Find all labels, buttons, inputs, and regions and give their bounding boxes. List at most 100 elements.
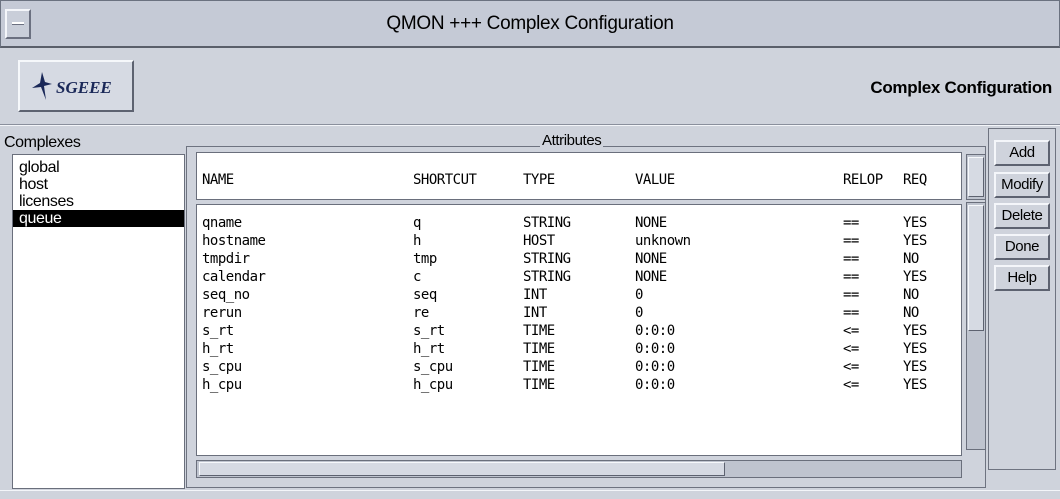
complexes-label: Complexes (4, 134, 81, 151)
modify-button[interactable]: Modify (994, 172, 1050, 198)
cell-value: 0:0:0 (635, 377, 675, 393)
vertical-scrollbar[interactable] (966, 202, 986, 450)
table-row[interactable]: hostname h HOST unknown == YES (197, 233, 957, 251)
header-row: NAME SHORTCUT TYPE VALUE RELOP REQ (197, 172, 957, 190)
cell-type: STRING (523, 251, 571, 267)
cell-type: TIME (523, 377, 555, 393)
cell-req: YES (903, 377, 927, 393)
cell-shortcut: h (413, 233, 421, 249)
cell-relop: == (843, 233, 859, 249)
cell-relop: <= (843, 323, 859, 339)
cell-req: YES (903, 341, 927, 357)
cell-shortcut: tmp (413, 251, 437, 267)
sgeee-bird-logo-icon (32, 72, 52, 100)
column-header-shortcut[interactable]: SHORTCUT (413, 172, 477, 188)
cell-req: YES (903, 269, 927, 285)
cell-type: HOST (523, 233, 555, 249)
cell-name: rerun (202, 305, 242, 321)
cell-name: seq_no (202, 287, 250, 303)
cell-type: TIME (523, 341, 555, 357)
delete-button[interactable]: Delete (994, 203, 1050, 229)
cell-name: qname (202, 215, 242, 231)
cell-req: YES (903, 233, 927, 249)
cell-shortcut: h_rt (413, 341, 445, 357)
cell-req: YES (903, 215, 927, 231)
cell-type: TIME (523, 359, 555, 375)
header-scrollbar[interactable] (966, 154, 986, 200)
cell-type: STRING (523, 269, 571, 285)
cell-relop: == (843, 269, 859, 285)
cell-shortcut: re (413, 305, 429, 321)
cell-name: tmpdir (202, 251, 250, 267)
table-row[interactable]: tmpdir tmp STRING NONE == NO (197, 251, 957, 269)
column-header-value[interactable]: VALUE (635, 172, 675, 188)
cell-name: hostname (202, 233, 266, 249)
header-scrollbar-thumb[interactable] (968, 157, 984, 197)
cell-shortcut: seq (413, 287, 437, 303)
table-row[interactable]: rerun re INT 0 == NO (197, 305, 957, 323)
cell-name: s_cpu (202, 359, 242, 375)
attributes-label: Attributes (540, 132, 604, 149)
column-header-name[interactable]: NAME (202, 172, 234, 188)
cell-value: 0 (635, 305, 643, 321)
horizontal-scrollbar-thumb[interactable] (199, 462, 725, 476)
cell-relop: <= (843, 341, 859, 357)
cell-value: NONE (635, 251, 667, 267)
cell-name: h_cpu (202, 377, 242, 393)
cell-req: YES (903, 323, 927, 339)
cell-name: h_rt (202, 341, 234, 357)
cell-shortcut: c (413, 269, 421, 285)
complex-item-queue[interactable]: queue (13, 210, 184, 227)
table-row[interactable]: seq_no seq INT 0 == NO (197, 287, 957, 305)
cell-req: YES (903, 359, 927, 375)
cell-req: NO (903, 287, 919, 303)
cell-shortcut: s_cpu (413, 359, 453, 375)
attributes-table-body[interactable]: qname q STRING NONE == YES hostname h HO… (196, 204, 962, 456)
cell-value: NONE (635, 269, 667, 285)
cell-relop: <= (843, 359, 859, 375)
complexes-list[interactable]: global host licenses queue (12, 154, 185, 489)
cell-shortcut: h_cpu (413, 377, 453, 393)
column-header-req[interactable]: REQ (903, 172, 927, 188)
vertical-scrollbar-thumb[interactable] (968, 205, 984, 331)
table-row[interactable]: h_cpu h_cpu TIME 0:0:0 <= YES (197, 377, 957, 395)
cell-relop: == (843, 287, 859, 303)
cell-name: calendar (202, 269, 266, 285)
column-header-relop[interactable]: RELOP (843, 172, 883, 188)
cell-name: s_rt (202, 323, 234, 339)
cell-value: 0:0:0 (635, 359, 675, 375)
table-row[interactable]: calendar c STRING NONE == YES (197, 269, 957, 287)
cell-value: 0 (635, 287, 643, 303)
window-title: QMON +++ Complex Configuration (386, 13, 674, 34)
cell-relop: == (843, 305, 859, 321)
table-row[interactable]: h_rt h_rt TIME 0:0:0 <= YES (197, 341, 957, 359)
table-row[interactable]: qname q STRING NONE == YES (197, 215, 957, 233)
add-button[interactable]: Add (994, 140, 1050, 166)
cell-type: INT (523, 305, 547, 321)
cell-req: NO (903, 251, 919, 267)
window-bottom-edge (0, 490, 1060, 499)
complex-item-host[interactable]: host (13, 176, 184, 193)
logo-button[interactable]: SGEEE (18, 60, 134, 112)
page-title: Complex Configuration (870, 78, 1052, 97)
column-header-type[interactable]: TYPE (523, 172, 555, 188)
cell-value: 0:0:0 (635, 323, 675, 339)
cell-type: TIME (523, 323, 555, 339)
cell-relop: <= (843, 377, 859, 393)
header-divider (0, 124, 1060, 126)
complex-item-global[interactable]: global (13, 159, 184, 176)
horizontal-scrollbar[interactable] (196, 460, 962, 478)
help-button[interactable]: Help (994, 265, 1050, 291)
header-panel: SGEEE Complex Configuration (8, 56, 1058, 122)
cell-req: NO (903, 305, 919, 321)
cell-value: 0:0:0 (635, 341, 675, 357)
table-row[interactable]: s_cpu s_cpu TIME 0:0:0 <= YES (197, 359, 957, 377)
table-row[interactable]: s_rt s_rt TIME 0:0:0 <= YES (197, 323, 957, 341)
complex-item-licenses[interactable]: licenses (13, 193, 184, 210)
cell-type: STRING (523, 215, 571, 231)
done-button[interactable]: Done (994, 234, 1050, 260)
cell-type: INT (523, 287, 547, 303)
cell-value: NONE (635, 215, 667, 231)
attributes-panel: NAME SHORTCUT TYPE VALUE RELOP REQ qname… (196, 152, 986, 488)
window-title-bar[interactable]: QMON +++ Complex Configuration (0, 0, 1060, 48)
